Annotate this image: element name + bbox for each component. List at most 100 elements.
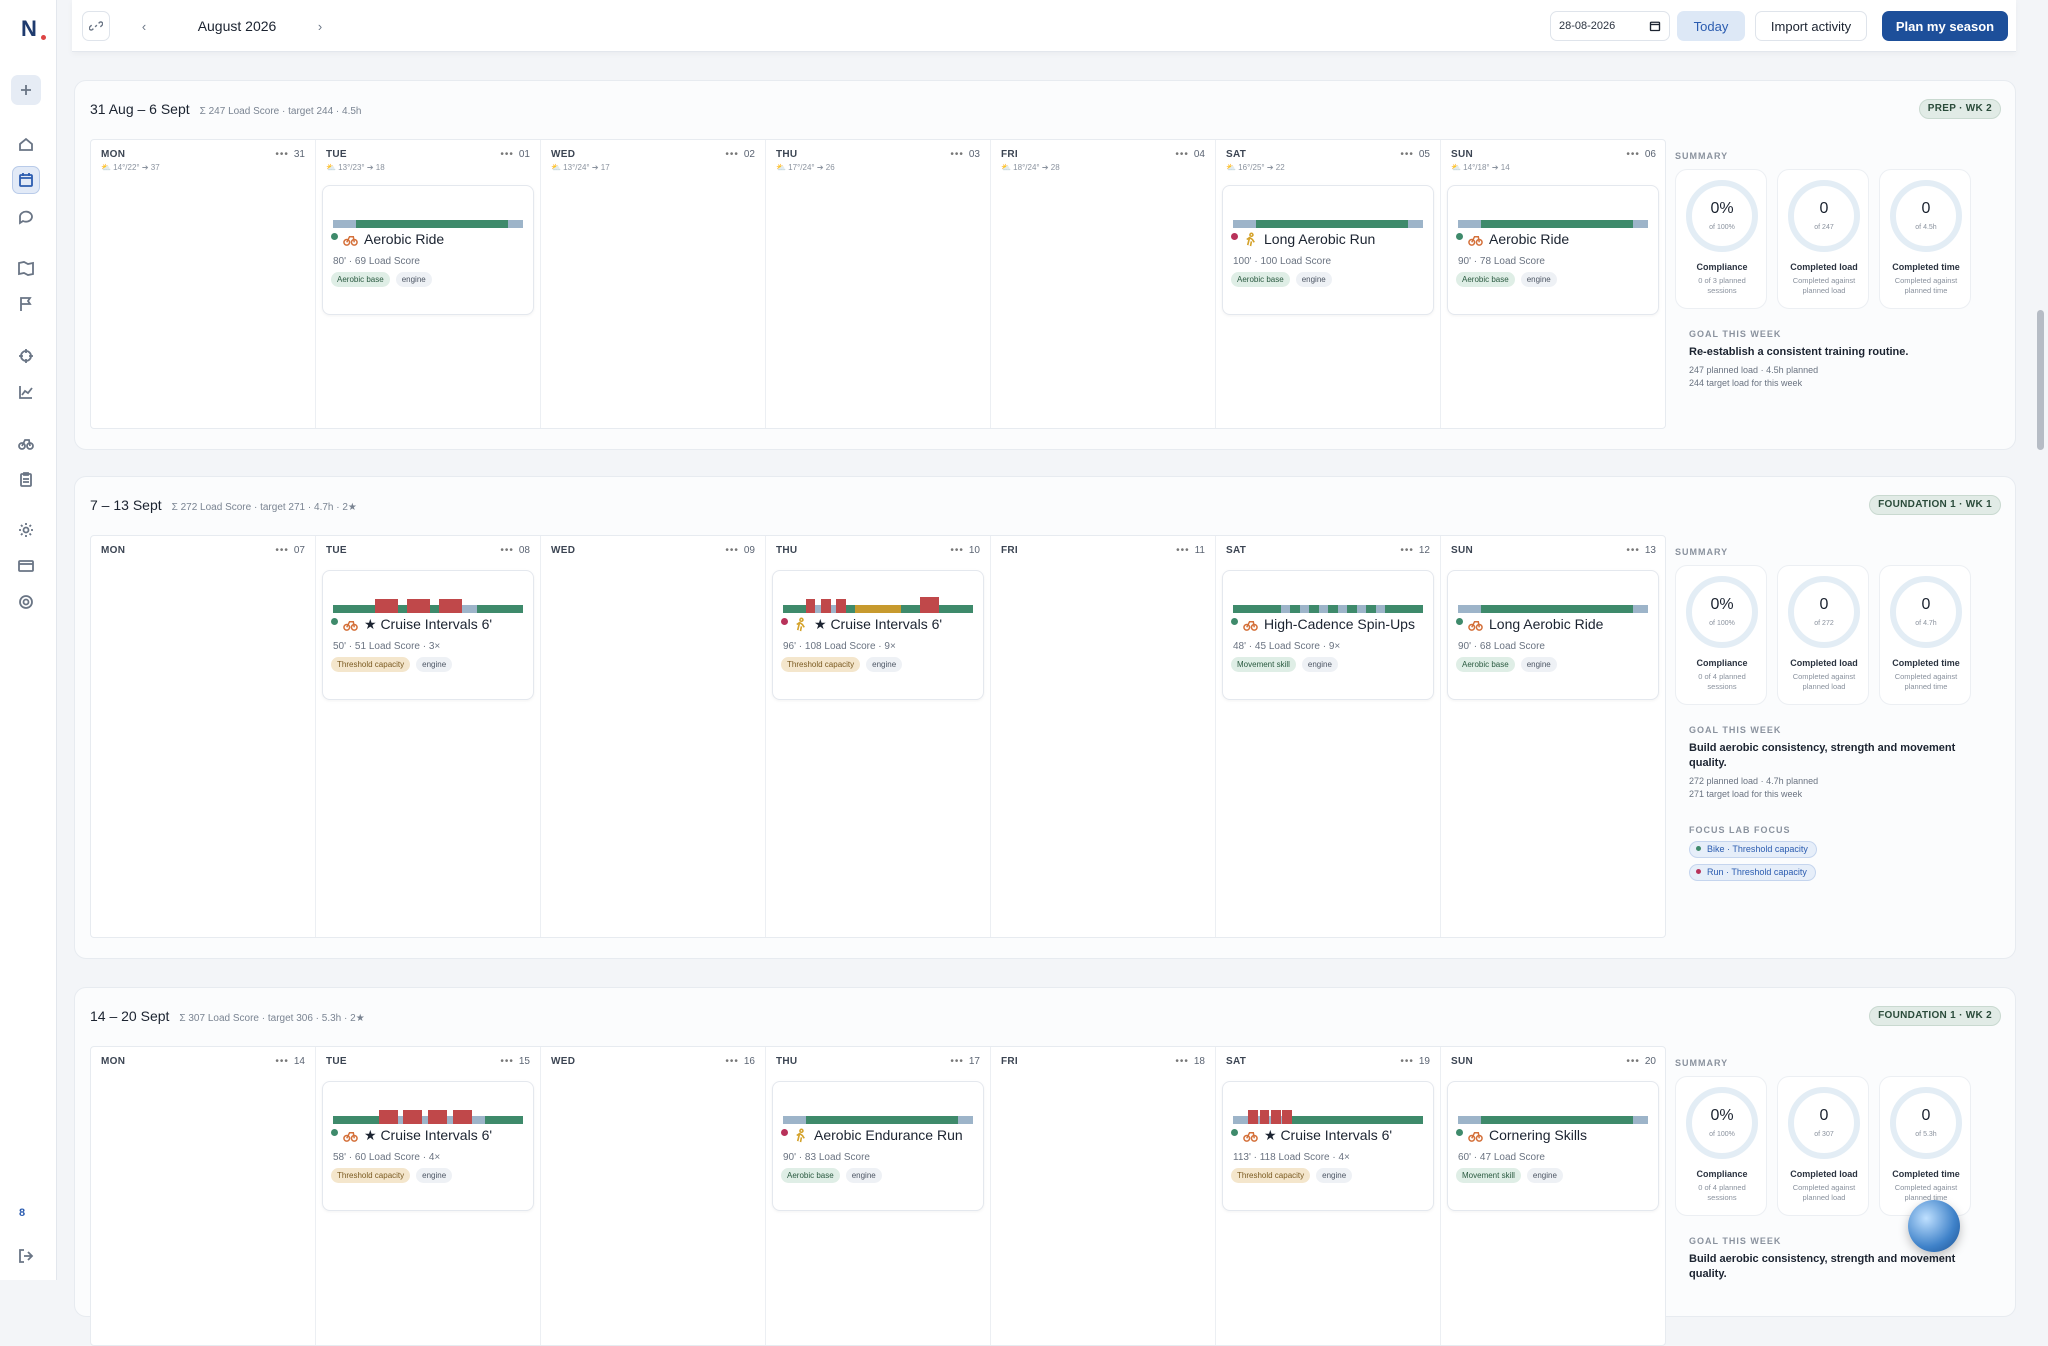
session-card[interactable]: ★ Cruise Intervals 6' 96' · 108 Load Scor… bbox=[772, 570, 984, 700]
more-menu-icon[interactable]: ••• bbox=[275, 149, 289, 160]
session-card[interactable]: Aerobic Endurance Run 90' · 83 Load Score… bbox=[772, 1081, 984, 1211]
bike-icon bbox=[1468, 620, 1483, 631]
link-button[interactable] bbox=[82, 11, 110, 41]
import-activity-button[interactable]: Import activity bbox=[1755, 11, 1867, 41]
zone-tag: Aerobic base bbox=[1456, 657, 1515, 672]
profile-segment bbox=[1480, 220, 1633, 228]
day-cell[interactable]: FRI ••• 18 bbox=[991, 1047, 1216, 1345]
session-tags: Movement skill engine bbox=[1231, 657, 1338, 672]
billing-nav[interactable] bbox=[12, 552, 40, 580]
more-menu-icon[interactable]: ••• bbox=[500, 545, 514, 556]
day-cell[interactable]: MON ••• 31 ⛅ 14°/22° ➔ 37 bbox=[91, 140, 316, 428]
day-date: 08 bbox=[518, 545, 530, 556]
more-menu-icon[interactable]: ••• bbox=[950, 545, 964, 556]
support-nav[interactable] bbox=[12, 588, 40, 616]
notification-count[interactable]: 8 bbox=[19, 1207, 25, 1219]
day-cell[interactable]: SAT ••• 12 High-Cadence Spin-Ups 48' · 45 Lo… bbox=[1216, 536, 1441, 937]
more-menu-icon[interactable]: ••• bbox=[1176, 545, 1190, 556]
chat-nav[interactable] bbox=[12, 203, 40, 231]
status-dot bbox=[1456, 617, 1463, 625]
flag-nav[interactable] bbox=[12, 290, 40, 318]
focus-pill[interactable]: Run · Threshold capacity bbox=[1689, 864, 1816, 881]
day-cell[interactable]: WED ••• 09 bbox=[541, 536, 766, 937]
day-cell[interactable]: FRI ••• 11 bbox=[991, 536, 1216, 937]
analytics-nav[interactable] bbox=[12, 378, 40, 406]
more-menu-icon[interactable]: ••• bbox=[1175, 149, 1189, 160]
more-menu-icon[interactable]: ••• bbox=[1400, 545, 1414, 556]
profile-segment bbox=[1337, 605, 1347, 613]
engine-tag: engine bbox=[1520, 272, 1557, 287]
time-value: 0 bbox=[1921, 596, 1931, 613]
more-menu-icon[interactable]: ••• bbox=[500, 149, 514, 160]
session-title: Aerobic Endurance Run bbox=[814, 1127, 963, 1143]
day-cell[interactable]: MON ••• 14 bbox=[91, 1047, 316, 1345]
session-card[interactable]: Aerobic Ride 80' · 69 Load Score Aerobic b… bbox=[322, 185, 534, 315]
session-card[interactable]: Cornering Skills 60' · 47 Load Score Movem… bbox=[1447, 1081, 1659, 1211]
day-cell[interactable]: TUE ••• 01 ⛅ 13°/23° ➔ 18 Aerobic Ride 80' · … bbox=[316, 140, 541, 428]
settings-nav[interactable] bbox=[12, 516, 40, 544]
session-card[interactable]: Long Aerobic Run 100' · 100 Load Score Aer… bbox=[1222, 185, 1434, 315]
more-menu-icon[interactable]: ••• bbox=[725, 149, 739, 160]
more-menu-icon[interactable]: ••• bbox=[950, 1056, 964, 1067]
more-menu-icon[interactable]: ••• bbox=[1400, 1056, 1414, 1067]
day-name: SUN bbox=[1451, 545, 1474, 556]
day-cell[interactable]: TUE ••• 15 ★ Cruise Intervals 6' 58' · 60 Lo… bbox=[316, 1047, 541, 1345]
more-menu-icon[interactable]: ••• bbox=[275, 545, 289, 556]
more-menu-icon[interactable]: ••• bbox=[1175, 1056, 1189, 1067]
more-menu-icon[interactable]: ••• bbox=[1626, 545, 1640, 556]
plans-nav[interactable] bbox=[12, 465, 40, 493]
more-menu-icon[interactable]: ••• bbox=[1626, 149, 1640, 160]
session-card[interactable]: Long Aerobic Ride 90' · 68 Load Score Aero… bbox=[1447, 570, 1659, 700]
session-card[interactable]: ★ Cruise Intervals 6' 50' · 51 Load Score… bbox=[322, 570, 534, 700]
compliance-value: 0% bbox=[1710, 596, 1734, 613]
day-cell[interactable]: SUN ••• 06 ⛅ 14°/18° ➔ 14 Aerobic Ride 90' · … bbox=[1441, 140, 1666, 428]
day-cell[interactable]: TUE ••• 08 ★ Cruise Intervals 6' 50' · 51 Lo… bbox=[316, 536, 541, 937]
prev-month-button[interactable]: ‹ bbox=[136, 11, 152, 41]
more-menu-icon[interactable]: ••• bbox=[1400, 149, 1414, 160]
logout-nav[interactable] bbox=[12, 1242, 40, 1270]
home-nav[interactable] bbox=[12, 130, 40, 158]
scrollbar-thumb[interactable] bbox=[2037, 310, 2044, 450]
bike-nav[interactable] bbox=[12, 429, 40, 457]
target-nav[interactable] bbox=[12, 342, 40, 370]
day-name: FRI bbox=[1001, 1056, 1019, 1067]
profile-segment bbox=[1480, 605, 1633, 613]
day-cell[interactable]: MON ••• 07 bbox=[91, 536, 316, 937]
more-menu-icon[interactable]: ••• bbox=[725, 545, 739, 556]
session-card[interactable]: ★ Cruise Intervals 6' 113' · 118 Load Sco… bbox=[1222, 1081, 1434, 1211]
day-cell[interactable]: SUN ••• 20 Cornering Skills 60' · 47 Load Sc… bbox=[1441, 1047, 1666, 1345]
plan-season-button[interactable]: Plan my season bbox=[1882, 11, 2008, 41]
session-tags: Aerobic base engine bbox=[1231, 272, 1332, 287]
more-menu-icon[interactable]: ••• bbox=[725, 1056, 739, 1067]
day-cell[interactable]: FRI ••• 04 ⛅ 18°/24° ➔ 28 bbox=[991, 140, 1216, 428]
focus-pill[interactable]: Bike · Threshold capacity bbox=[1689, 841, 1817, 858]
profile-segment bbox=[805, 599, 816, 613]
more-menu-icon[interactable]: ••• bbox=[275, 1056, 289, 1067]
calendar-nav[interactable] bbox=[12, 166, 40, 194]
engine-tag: engine bbox=[1520, 657, 1557, 672]
app-logo[interactable]: N bbox=[14, 14, 46, 44]
map-nav[interactable] bbox=[12, 254, 40, 282]
day-cell[interactable]: THU ••• 17 Aerobic Endurance Run 90' · 83 Lo… bbox=[766, 1047, 991, 1345]
scrollbar[interactable] bbox=[2032, 0, 2048, 1280]
day-cell[interactable]: SUN ••• 13 Long Aerobic Ride 90' · 68 Load S… bbox=[1441, 536, 1666, 937]
day-cell[interactable]: SAT ••• 19 ★ Cruise Intervals 6' 113' · 118 … bbox=[1216, 1047, 1441, 1345]
more-menu-icon[interactable]: ••• bbox=[1626, 1056, 1640, 1067]
more-menu-icon[interactable]: ••• bbox=[950, 149, 964, 160]
date-picker[interactable]: 28-08-2026 bbox=[1550, 11, 1670, 41]
day-cell[interactable]: THU ••• 10 ★ Cruise Intervals 6' 96' · 108 L… bbox=[766, 536, 991, 937]
day-cell[interactable]: SAT ••• 05 ⛅ 16°/25° ➔ 22 Long Aerobic Run 10… bbox=[1216, 140, 1441, 428]
goal-text: Build aerobic consistency, strength and … bbox=[1689, 742, 1956, 769]
session-card[interactable]: ★ Cruise Intervals 6' 58' · 60 Load Score… bbox=[322, 1081, 534, 1211]
assistant-bubble[interactable] bbox=[1908, 1200, 1960, 1252]
next-month-button[interactable]: › bbox=[312, 11, 328, 41]
load-sub: Completed against planned load bbox=[1792, 276, 1856, 295]
more-menu-icon[interactable]: ••• bbox=[500, 1056, 514, 1067]
session-card[interactable]: High-Cadence Spin-Ups 48' · 45 Load Score… bbox=[1222, 570, 1434, 700]
add-button[interactable] bbox=[11, 75, 41, 105]
session-card[interactable]: Aerobic Ride 90' · 78 Load Score Aerobic b… bbox=[1447, 185, 1659, 315]
today-button[interactable]: Today bbox=[1677, 11, 1745, 41]
day-cell[interactable]: WED ••• 16 bbox=[541, 1047, 766, 1345]
day-cell[interactable]: THU ••• 03 ⛅ 17°/24° ➔ 26 bbox=[766, 140, 991, 428]
day-cell[interactable]: WED ••• 02 ⛅ 13°/24° ➔ 17 bbox=[541, 140, 766, 428]
